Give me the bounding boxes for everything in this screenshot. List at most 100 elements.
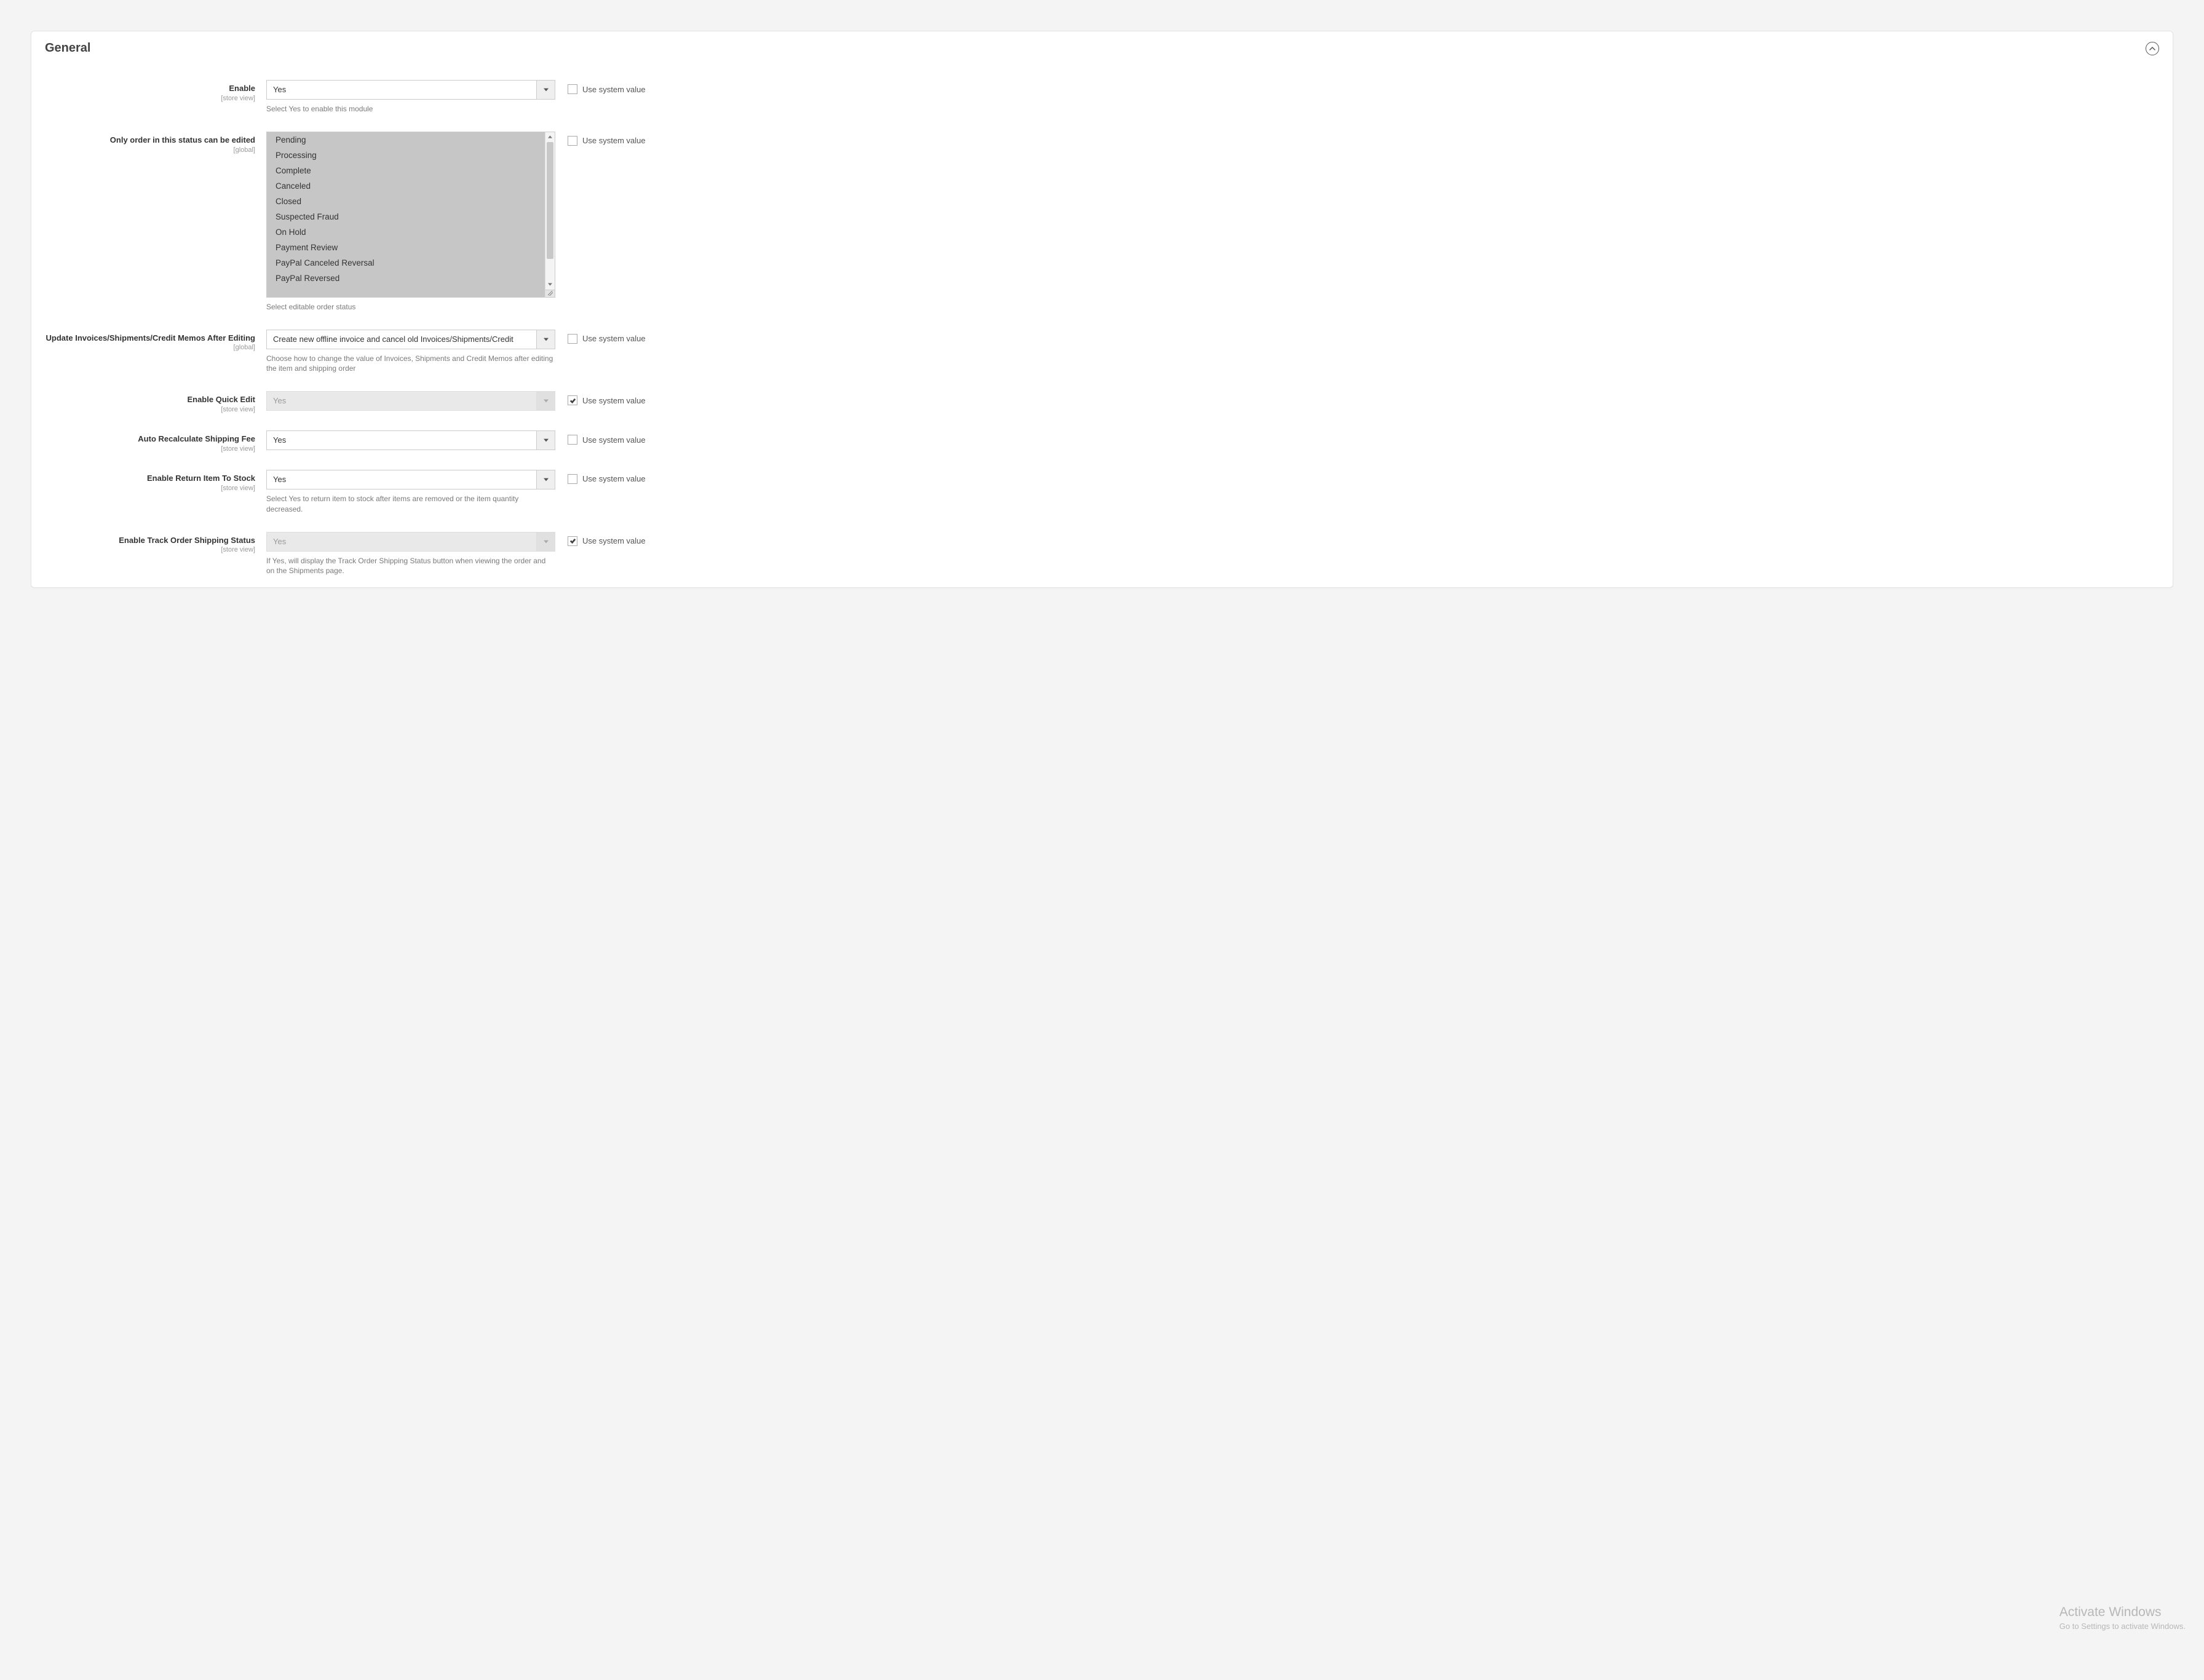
field-update-invoices: Update Invoices/Shipments/Credit Memos A…: [45, 330, 2159, 374]
field-label: Only order in this status can be edited …: [45, 132, 266, 154]
use-system-label: Use system value: [582, 136, 646, 145]
use-system-label: Use system value: [582, 85, 646, 94]
list-item[interactable]: Pending: [267, 132, 545, 148]
multiselect-options: Pending Processing Complete Canceled Clo…: [267, 132, 545, 297]
watermark-title: Activate Windows: [2059, 1605, 2186, 1620]
label-scope: [store view]: [45, 445, 255, 453]
scroll-thumb[interactable]: [547, 142, 553, 259]
windows-activation-watermark: Activate Windows Go to Settings to activ…: [2059, 1605, 2186, 1631]
chevron-down-icon[interactable]: [536, 431, 555, 450]
field-control: Yes: [266, 391, 555, 411]
use-system-label: Use system value: [582, 396, 646, 405]
order-status-multiselect[interactable]: Pending Processing Complete Canceled Clo…: [266, 132, 555, 298]
list-item[interactable]: Processing: [267, 148, 545, 163]
field-control: Yes: [266, 430, 555, 450]
chevron-down-icon[interactable]: [536, 470, 555, 489]
field-track-shipping: Enable Track Order Shipping Status [stor…: [45, 532, 2159, 577]
panel-body: Enable [store view] Yes Select Yes to en…: [31, 61, 2173, 587]
field-label: Enable Return Item To Stock [store view]: [45, 470, 266, 492]
scroll-up-icon[interactable]: [545, 132, 555, 142]
use-system-label: Use system value: [582, 474, 646, 483]
field-enable: Enable [store view] Yes Select Yes to en…: [45, 80, 2159, 114]
label-text: Update Invoices/Shipments/Credit Memos A…: [45, 333, 255, 344]
list-item[interactable]: Complete: [267, 163, 545, 178]
use-system-wrapper: Use system value: [555, 532, 646, 546]
list-item[interactable]: PayPal Reversed: [267, 271, 545, 286]
collapse-toggle-icon[interactable]: [2146, 42, 2159, 55]
chevron-down-icon[interactable]: [536, 81, 555, 99]
label-text: Enable Quick Edit: [45, 395, 255, 405]
field-label: Enable Quick Edit [store view]: [45, 391, 266, 413]
label-scope: [store view]: [45, 95, 255, 102]
select-value: Yes: [267, 392, 536, 410]
scrollbar[interactable]: [545, 132, 555, 297]
use-system-wrapper: Use system value: [555, 430, 646, 445]
use-system-wrapper: Use system value: [555, 80, 646, 94]
select-value: Yes: [267, 533, 536, 551]
label-text: Enable Track Order Shipping Status: [45, 536, 255, 546]
field-control: Yes If Yes, will display the Track Order…: [266, 532, 555, 577]
scroll-track[interactable]: [545, 142, 555, 280]
select-value: Yes: [267, 431, 536, 450]
field-label: Update Invoices/Shipments/Credit Memos A…: [45, 330, 266, 352]
use-system-checkbox[interactable]: [568, 84, 577, 94]
panel-header: General: [31, 31, 2173, 61]
field-note: Choose how to change the value of Invoic…: [266, 354, 555, 374]
field-note: If Yes, will display the Track Order Shi…: [266, 556, 555, 577]
label-text: Enable Return Item To Stock: [45, 473, 255, 484]
use-system-label: Use system value: [582, 536, 646, 545]
section-title: General: [45, 41, 90, 55]
general-panel: General Enable [store view] Yes Select Y…: [31, 31, 2173, 588]
scroll-down-icon[interactable]: [545, 280, 555, 290]
field-note: Select Yes to enable this module: [266, 104, 555, 114]
field-order-status: Only order in this status can be edited …: [45, 132, 2159, 312]
use-system-label: Use system value: [582, 334, 646, 343]
field-return-stock: Enable Return Item To Stock [store view]…: [45, 470, 2159, 515]
use-system-checkbox[interactable]: [568, 395, 577, 405]
list-item[interactable]: Payment Review: [267, 240, 545, 255]
chevron-down-icon: [536, 392, 555, 410]
list-item[interactable]: Suspected Fraud: [267, 209, 545, 224]
select-value: Create new offline invoice and cancel ol…: [267, 330, 536, 349]
label-text: Only order in this status can be edited: [45, 135, 255, 146]
field-quick-edit: Enable Quick Edit [store view] Yes Use s…: [45, 391, 2159, 413]
use-system-wrapper: Use system value: [555, 391, 646, 405]
chevron-down-icon[interactable]: [536, 330, 555, 349]
return-stock-select[interactable]: Yes: [266, 470, 555, 489]
update-invoices-select[interactable]: Create new offline invoice and cancel ol…: [266, 330, 555, 349]
resize-handle[interactable]: [545, 290, 555, 297]
use-system-checkbox[interactable]: [568, 435, 577, 445]
use-system-checkbox[interactable]: [568, 536, 577, 546]
field-control: Create new offline invoice and cancel ol…: [266, 330, 555, 374]
field-control: Yes Select Yes to return item to stock a…: [266, 470, 555, 515]
select-value: Yes: [267, 81, 536, 99]
list-item[interactable]: Canceled: [267, 178, 545, 194]
list-item[interactable]: PayPal Canceled Reversal: [267, 255, 545, 271]
field-label: Auto Recalculate Shipping Fee [store vie…: [45, 430, 266, 453]
chevron-down-icon: [536, 533, 555, 551]
field-note: Select Yes to return item to stock after…: [266, 494, 555, 515]
use-system-checkbox[interactable]: [568, 474, 577, 484]
use-system-label: Use system value: [582, 435, 646, 445]
label-scope: [global]: [45, 146, 255, 154]
use-system-checkbox[interactable]: [568, 334, 577, 344]
field-label: Enable [store view]: [45, 80, 266, 102]
field-label: Enable Track Order Shipping Status [stor…: [45, 532, 266, 554]
use-system-wrapper: Use system value: [555, 470, 646, 484]
use-system-wrapper: Use system value: [555, 330, 646, 344]
field-note: Select editable order status: [266, 302, 555, 312]
list-item[interactable]: On Hold: [267, 224, 545, 240]
label-text: Auto Recalculate Shipping Fee: [45, 434, 255, 445]
use-system-wrapper: Use system value: [555, 132, 646, 146]
label-scope: [global]: [45, 344, 255, 351]
quick-edit-select: Yes: [266, 391, 555, 411]
field-control: Pending Processing Complete Canceled Clo…: [266, 132, 555, 312]
label-text: Enable: [45, 84, 255, 94]
label-scope: [store view]: [45, 546, 255, 553]
list-item[interactable]: Closed: [267, 194, 545, 209]
auto-recalc-select[interactable]: Yes: [266, 430, 555, 450]
watermark-sub: Go to Settings to activate Windows.: [2059, 1622, 2186, 1631]
label-scope: [store view]: [45, 485, 255, 492]
use-system-checkbox[interactable]: [568, 136, 577, 146]
enable-select[interactable]: Yes: [266, 80, 555, 100]
